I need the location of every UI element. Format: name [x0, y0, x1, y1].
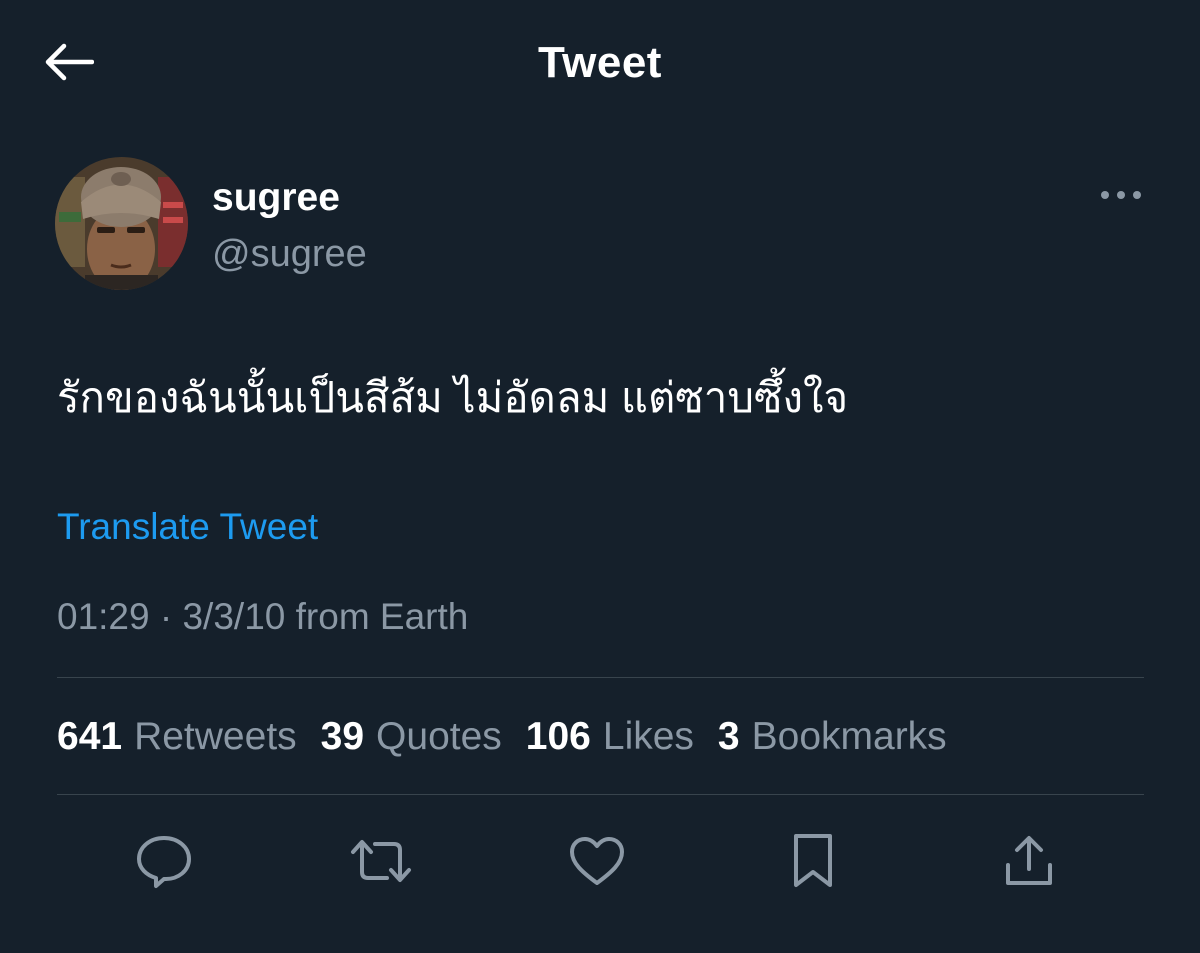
- likes-count: 106: [525, 715, 591, 758]
- source-prefix: from: [295, 596, 370, 637]
- share-icon: [1002, 833, 1056, 889]
- tweet-date: 3/3/10: [182, 596, 286, 637]
- likes-label: Likes: [602, 715, 694, 758]
- divider: [57, 794, 1144, 795]
- quotes-count: 39: [320, 715, 365, 758]
- heart-icon: [568, 835, 626, 887]
- tweet-metadata: 01:29 · 3/3/10 from Earth: [57, 596, 468, 638]
- retweet-button[interactable]: [346, 826, 416, 896]
- divider: [57, 677, 1144, 678]
- retweets-stat[interactable]: 641 Retweets: [57, 715, 297, 759]
- like-button[interactable]: [562, 826, 632, 896]
- reply-button[interactable]: [129, 826, 199, 896]
- bookmarks-stat[interactable]: 3 Bookmarks: [718, 715, 947, 759]
- more-options-button[interactable]: [1094, 180, 1148, 212]
- more-horizontal-icon: [1100, 187, 1142, 205]
- quotes-stat[interactable]: 39 Quotes: [321, 715, 502, 759]
- header-bar: Tweet: [0, 0, 1200, 126]
- meta-separator: ·: [159, 596, 173, 637]
- tweet-time: 01:29: [57, 596, 150, 637]
- translate-tweet-link[interactable]: Translate Tweet: [57, 506, 318, 548]
- bookmark-icon: [790, 832, 836, 890]
- share-button[interactable]: [994, 826, 1064, 896]
- tweet-text: รักของฉันนั้นเป็นสีส้ม ไม่อัดลม แต่ซาบซึ…: [57, 374, 849, 421]
- tweet-source: Earth: [379, 596, 469, 637]
- bookmark-button[interactable]: [778, 826, 848, 896]
- avatar[interactable]: [55, 157, 188, 290]
- reply-bubble-icon: [134, 833, 194, 889]
- retweet-icon: [349, 836, 413, 886]
- bookmarks-count: 3: [717, 715, 740, 758]
- likes-stat[interactable]: 106 Likes: [526, 715, 694, 759]
- bookmarks-label: Bookmarks: [751, 715, 947, 758]
- retweets-count: 641: [57, 715, 123, 758]
- author-name[interactable]: sugree: [212, 176, 340, 220]
- tweet-stats: 641 Retweets 39 Quotes 106 Likes 3 Bookmarks: [57, 715, 947, 759]
- author-handle[interactable]: @sugree: [212, 233, 367, 276]
- retweets-label: Retweets: [134, 715, 297, 758]
- page-title: Tweet: [538, 38, 662, 87]
- quotes-label: Quotes: [376, 715, 502, 758]
